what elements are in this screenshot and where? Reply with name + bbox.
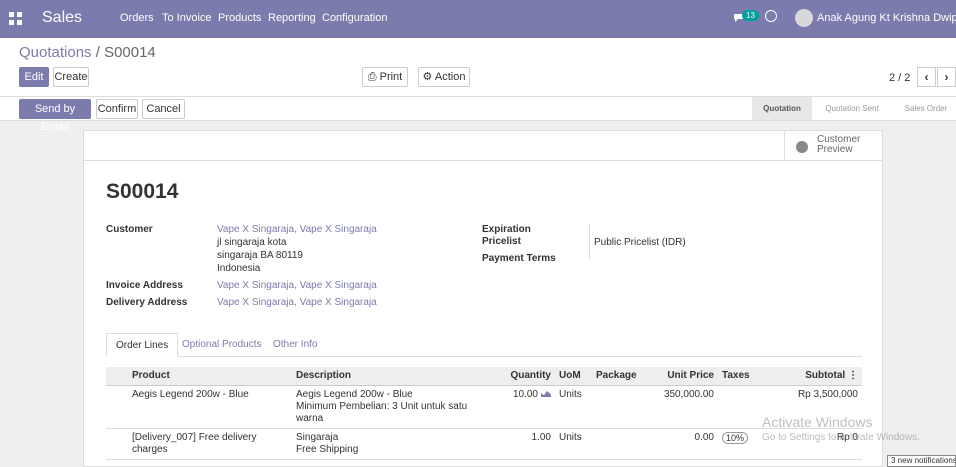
customer-address-line3: Indonesia: [217, 263, 261, 274]
activate-windows-watermark: Activate Windows: [762, 414, 873, 430]
print-button[interactable]: ⎙ Print: [362, 67, 408, 87]
globe-icon: [796, 141, 808, 153]
col-product[interactable]: Product: [128, 367, 292, 386]
control-panel: Quotations / S00014 Edit Create ⎙ Print …: [0, 38, 956, 97]
menu-products[interactable]: Products: [218, 12, 261, 24]
tab-order-lines[interactable]: Order Lines: [106, 333, 179, 357]
gear-icon: ⚙: [422, 71, 435, 83]
cell-product[interactable]: [Delivery_007] Free delivery charges: [128, 428, 292, 460]
user-name[interactable]: Anak Agung Kt Krishna Dwipayana: [817, 12, 956, 24]
cell-description[interactable]: Aegis Legend 200w - Blue Minimum Pembelia…: [292, 385, 497, 429]
stage-sales-order[interactable]: Sales Order: [896, 97, 956, 120]
button-box: Customer Preview: [84, 131, 882, 161]
cell-package[interactable]: [592, 428, 654, 460]
customer-address-line2: singaraja BA 80119: [217, 250, 303, 261]
payment-terms-label: Payment Terms: [482, 253, 556, 264]
cell-quantity[interactable]: 1.00: [497, 428, 555, 460]
pager-next-button[interactable]: ›: [937, 67, 956, 87]
send-by-email-button[interactable]: Send by Email: [19, 99, 91, 133]
pager-prev-button[interactable]: ‹: [917, 67, 936, 87]
cell-package[interactable]: [592, 385, 654, 429]
cell-unit-price[interactable]: 350,000.00: [654, 385, 718, 429]
tax-badge: 10%: [722, 431, 749, 444]
customer-preview-button[interactable]: Customer Preview: [784, 131, 882, 161]
menu-reporting[interactable]: Reporting: [268, 12, 316, 24]
action-button[interactable]: ⚙ Action: [418, 67, 470, 87]
pricelist-value[interactable]: Public Pricelist (IDR): [594, 237, 686, 248]
breadcrumb: Quotations / S00014: [19, 44, 156, 61]
order-lines-table: Product Description Quantity UoM Package…: [106, 367, 862, 460]
cell-quantity[interactable]: 10.00: [497, 385, 555, 429]
notebook-tabs: Order Lines Optional Products Other Info: [106, 333, 862, 357]
user-avatar[interactable]: [795, 9, 813, 27]
edit-button[interactable]: Edit: [19, 67, 49, 87]
breadcrumb-quotations[interactable]: Quotations: [19, 44, 92, 61]
menu-configuration[interactable]: Configuration: [322, 12, 387, 24]
cell-description[interactable]: Singaraja Free Shipping: [292, 428, 497, 460]
column-options-icon[interactable]: ⋮: [848, 370, 858, 381]
cell-uom[interactable]: Units: [555, 428, 592, 460]
expiration-label: Expiration: [482, 224, 531, 235]
menu-orders[interactable]: Orders: [120, 12, 154, 24]
confirm-button[interactable]: Confirm: [96, 99, 138, 119]
col-taxes[interactable]: Taxes: [718, 367, 758, 386]
forecast-chart-icon[interactable]: [541, 391, 551, 398]
status-bar: Send by Email Confirm Cancel Quotation Q…: [0, 97, 956, 133]
top-navbar: Sales Orders To Invoice Products Reporti…: [0, 0, 956, 38]
cell-uom[interactable]: Units: [555, 385, 592, 429]
invoice-address-link[interactable]: Vape X Singaraja, Vape X Singaraja: [217, 280, 377, 291]
print-icon: ⎙: [367, 71, 380, 83]
customer-label: Customer: [106, 224, 153, 235]
table-row[interactable]: [Delivery_007] Free delivery charges Sin…: [106, 428, 862, 460]
tab-other-info[interactable]: Other Info: [264, 333, 326, 357]
breadcrumb-current: S00014: [104, 44, 156, 61]
chat-count-badge: 13: [742, 10, 759, 21]
customer-address-line1: jl singaraja kota: [217, 237, 287, 248]
pricelist-label: Pricelist: [482, 236, 521, 247]
col-unit-price[interactable]: Unit Price: [654, 367, 718, 386]
cell-taxes[interactable]: [718, 385, 758, 429]
tab-optional-products[interactable]: Optional Products: [173, 333, 271, 357]
delivery-address-link[interactable]: Vape X Singaraja, Vape X Singaraja: [217, 297, 377, 308]
table-row[interactable]: Aegis Legend 200w - Blue Aegis Legend 20…: [106, 385, 862, 429]
col-uom[interactable]: UoM: [555, 367, 592, 386]
col-quantity[interactable]: Quantity: [497, 367, 555, 386]
activate-windows-hint: Go to Settings to activate Windows.: [762, 432, 920, 443]
apps-menu-icon[interactable]: [9, 12, 23, 26]
col-package[interactable]: Package: [592, 367, 654, 386]
stage-quotation[interactable]: Quotation: [752, 97, 812, 120]
menu-to-invoice[interactable]: To Invoice: [162, 12, 212, 24]
col-description[interactable]: Description: [292, 367, 497, 386]
customer-link[interactable]: Vape X Singaraja, Vape X Singaraja: [217, 224, 377, 235]
activity-clock-icon[interactable]: [765, 10, 777, 22]
col-subtotal[interactable]: Subtotal ⋮: [758, 367, 862, 386]
cancel-button[interactable]: Cancel: [142, 99, 185, 119]
app-title[interactable]: Sales: [42, 9, 82, 27]
table-header-row: Product Description Quantity UoM Package…: [106, 367, 862, 386]
notification-toast[interactable]: 3 new notifications: [887, 455, 956, 467]
invoice-address-label: Invoice Address: [106, 280, 183, 291]
order-name: S00014: [106, 180, 179, 203]
cell-unit-price[interactable]: 0.00: [654, 428, 718, 460]
field-divider: [589, 224, 590, 260]
pager-value: 2 / 2: [889, 72, 911, 84]
cell-taxes[interactable]: 10%: [718, 428, 758, 460]
cell-product[interactable]: Aegis Legend 200w - Blue: [128, 385, 292, 429]
create-button[interactable]: Create: [53, 67, 89, 87]
delivery-address-label: Delivery Address: [106, 297, 188, 308]
stage-quotation-sent[interactable]: Quotation Sent: [822, 97, 882, 120]
